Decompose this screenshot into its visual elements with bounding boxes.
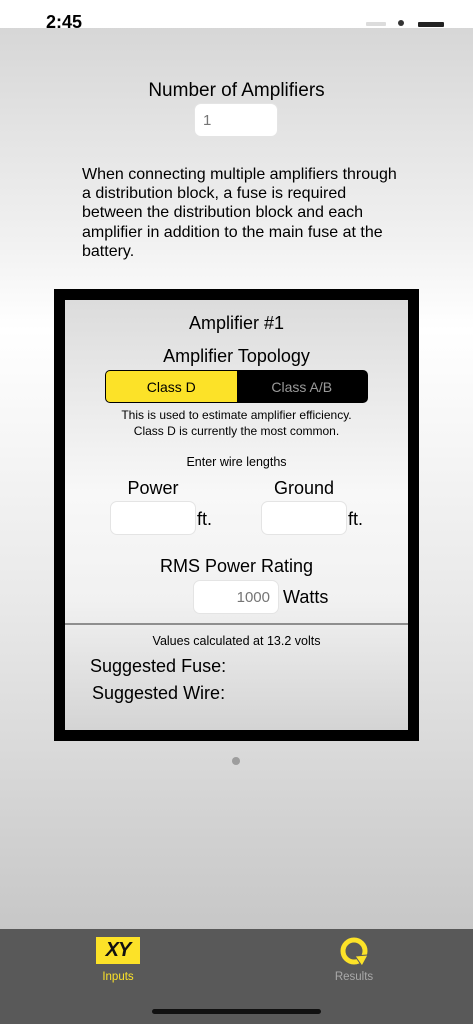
suggested-wire-label: Suggested Wire: [92,683,226,703]
tab-results[interactable]: Results [304,933,404,988]
tab-results-label: Results [334,971,374,983]
topology-segmented-control: Class D Class A/B [105,370,368,403]
ground-length-input[interactable] [261,501,347,535]
status-time: 2:45 [46,12,83,28]
signal-icon [366,22,386,26]
wire-lengths-label: Enter wire lengths [186,455,287,469]
tab-inputs-label: Inputs [102,971,134,983]
tab-inputs[interactable]: XY Inputs [68,933,168,988]
topology-label: Amplifier Topology [163,346,310,366]
rms-unit-label: Watts [283,587,329,607]
ground-wire-label: Ground [273,478,335,498]
wifi-icon [398,20,404,26]
topology-class-d-button[interactable]: Class D [106,371,237,402]
ground-unit-label: ft. [348,509,364,529]
status-bar: 2:45 [0,0,473,28]
topology-class-ab-button[interactable]: Class A/B [236,371,367,402]
suggested-fuse-label: Suggested Fuse: [90,656,227,676]
page-indicator-dot[interactable] [232,757,240,765]
xy-icon: XY [96,937,140,964]
efficiency-note-line2: Class D is currently the most common. [133,423,340,438]
efficiency-note: This is used to estimate amplifier effic… [65,408,408,439]
home-indicator [152,1009,321,1014]
rms-power-label: RMS Power Rating [159,556,314,576]
efficiency-note-line1: This is used to estimate amplifier effic… [121,408,352,422]
battery-icon [418,22,444,27]
results-icon [340,937,369,967]
rms-power-input[interactable] [193,580,279,614]
power-wire-label: Power [127,478,179,498]
amplifier-count-label: Number of Amplifiers [148,80,325,101]
power-length-input[interactable] [110,501,196,535]
power-unit-label: ft. [197,509,213,529]
amplifier-title: Amplifier #1 [188,313,285,333]
distribution-info-text: When connecting multiple amplifiers thro… [82,166,397,260]
amplifier-count-input[interactable] [194,103,278,137]
voltage-note: Values calculated at 13.2 volts [152,634,321,648]
results-divider [65,623,408,625]
